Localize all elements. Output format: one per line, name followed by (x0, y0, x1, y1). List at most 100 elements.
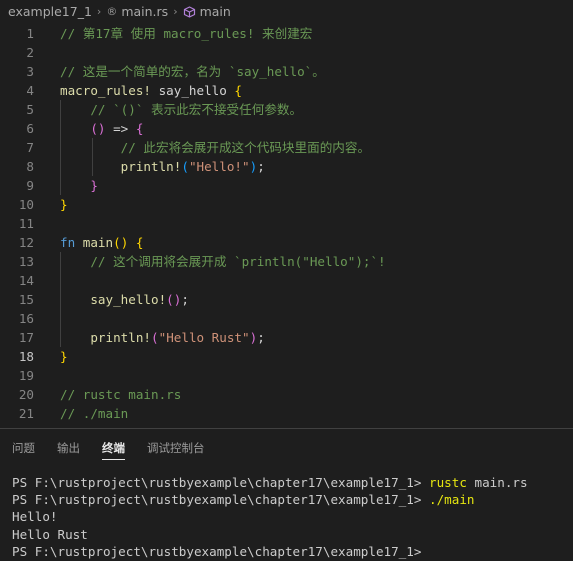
indent-guide (60, 271, 61, 290)
line-number: 21 (18, 406, 34, 421)
breadcrumb-symbol[interactable]: main (200, 4, 231, 19)
terminal-line: Hello! (12, 508, 570, 525)
terminal-line: PS F:\rustproject\rustbyexample\chapter1… (12, 543, 570, 560)
code-text: macro_rules! say_hello { (60, 81, 242, 100)
code-line[interactable]: 10} (0, 195, 573, 214)
code-line[interactable]: 1 // 第17章 使用 macro_rules! 来创建宏 (0, 24, 573, 43)
terminal-command: rustc (429, 475, 467, 490)
code-token: // 此宏将会展开成这个代码块里面的内容。 (60, 140, 371, 155)
code-line[interactable]: 14 (0, 271, 573, 290)
line-number: 17 (18, 330, 34, 345)
tab-debug-console[interactable]: 调试控制台 (147, 429, 205, 467)
tab-problems[interactable]: 问题 (12, 429, 35, 467)
code-line[interactable]: 2 (0, 43, 573, 62)
code-token: () (90, 121, 106, 136)
code-token: } (90, 178, 98, 193)
chevron-right-icon: › (96, 4, 102, 18)
line-number: 18 (18, 349, 34, 364)
code-line[interactable]: 11 (0, 214, 573, 233)
code-token: println! (90, 330, 152, 345)
code-token: } (60, 197, 68, 212)
terminal-line: PS F:\rustproject\rustbyexample\chapter1… (12, 491, 570, 508)
code-token: { (135, 121, 144, 136)
code-line[interactable]: 8 println!("Hello!"); (0, 157, 573, 176)
chevron-right-icon: › (173, 4, 178, 18)
line-number: 10 (18, 197, 34, 212)
code-line[interactable]: 5 // `()` 表示此宏不接受任何参数。 (0, 100, 573, 119)
code-token: main (82, 235, 114, 250)
terminal-prompt: PS F:\rustproject\rustbyexample\chapter1… (12, 492, 430, 508)
line-number: 6 (26, 121, 34, 136)
line-number: 3 (26, 64, 34, 79)
code-line[interactable]: 19 (0, 366, 573, 385)
breadcrumb: example17_1 › ® main.rs › main (0, 0, 573, 22)
line-number: 1 (26, 26, 34, 41)
line-number: 7 (26, 140, 34, 155)
code-line[interactable]: 21 // ./main (0, 404, 573, 423)
code-token: "Hello Rust" (158, 330, 250, 345)
rust-file-icon: ® (106, 4, 118, 18)
code-token: // 这是一个简单的宏，名为 `say_hello`。 (60, 64, 325, 79)
code-text: // `()` 表示此宏不接受任何参数。 (60, 100, 302, 119)
code-text: } (60, 347, 68, 366)
breadcrumb-folder[interactable]: example17_1 (8, 4, 92, 19)
code-text: // 这是一个简单的宏，名为 `say_hello`。 (60, 62, 325, 81)
tab-output[interactable]: 输出 (57, 429, 80, 467)
line-number: 4 (26, 83, 34, 98)
code-token: ( (151, 330, 159, 345)
code-text: println!("Hello!"); (60, 157, 265, 176)
code-line[interactable]: 18} (0, 347, 573, 366)
code-token: () (166, 292, 182, 307)
code-editor[interactable]: 1 // 第17章 使用 macro_rules! 来创建宏 2 3 // 这是一个简单… (0, 22, 573, 428)
code-token: { (234, 83, 242, 98)
code-token: // `()` 表示此宏不接受任何参数。 (60, 102, 303, 117)
code-token: // 第17章 使用 macro_rules! 来创建宏 (60, 26, 313, 41)
code-line[interactable]: 17 println!("Hello Rust"); (0, 328, 573, 347)
code-line[interactable]: 12 fn main() { (0, 233, 573, 252)
code-line[interactable]: 4 macro_rules! say_hello { (0, 81, 573, 100)
line-number: 13 (18, 254, 34, 269)
code-token: macro_rules! (60, 83, 151, 98)
indent-guide (60, 309, 61, 328)
terminal-output-text: Hello Rust (12, 526, 88, 542)
tab-terminal[interactable]: 终端 (102, 429, 125, 467)
code-text: // ./main (60, 404, 128, 423)
code-text: println!("Hello Rust"); (60, 328, 265, 347)
code-token: ; (257, 159, 265, 174)
code-text: } (60, 195, 68, 214)
code-text: // 这个调用将会展开成 `println("Hello");`! (60, 252, 385, 271)
code-line[interactable]: 13 // 这个调用将会展开成 `println("Hello");`! (0, 252, 573, 271)
line-number: 20 (18, 387, 34, 402)
code-line[interactable]: 15 say_hello!(); (0, 290, 573, 309)
code-line[interactable]: 9 } (0, 176, 573, 195)
code-text: // rustc main.rs (60, 385, 181, 404)
code-token: say_hello (151, 83, 235, 98)
line-number: 15 (18, 292, 34, 307)
code-token: // ./main (60, 406, 129, 421)
code-line[interactable]: 7 // 此宏将会展开成这个代码块里面的内容。 (0, 138, 573, 157)
code-line[interactable]: 3 // 这是一个简单的宏，名为 `say_hello`。 (0, 62, 573, 81)
code-token: ; (257, 330, 265, 345)
terminal-line: Hello Rust (12, 526, 570, 543)
terminal-command: ./main (429, 492, 475, 508)
code-line[interactable]: 16 (0, 309, 573, 328)
function-symbol-icon (183, 6, 196, 18)
terminal-output-text: Hello! (12, 509, 58, 525)
code-token: } (60, 349, 68, 364)
code-line[interactable]: 20 // rustc main.rs (0, 385, 573, 404)
breadcrumb-file[interactable]: main.rs (121, 4, 168, 19)
line-number: 11 (18, 216, 34, 231)
line-number: 12 (18, 235, 34, 250)
code-text: } (60, 176, 98, 195)
code-token: "Hello!" (188, 159, 250, 174)
code-token: () (113, 235, 129, 250)
code-line[interactable]: 6 () => { (0, 119, 573, 138)
terminal-output[interactable]: PS F:\rustproject\rustbyexample\chapter1… (12, 474, 570, 560)
terminal-line: PS F:\rustproject\rustbyexample\chapter1… (12, 474, 570, 491)
line-number: 2 (26, 45, 34, 60)
line-number: 14 (18, 273, 34, 288)
